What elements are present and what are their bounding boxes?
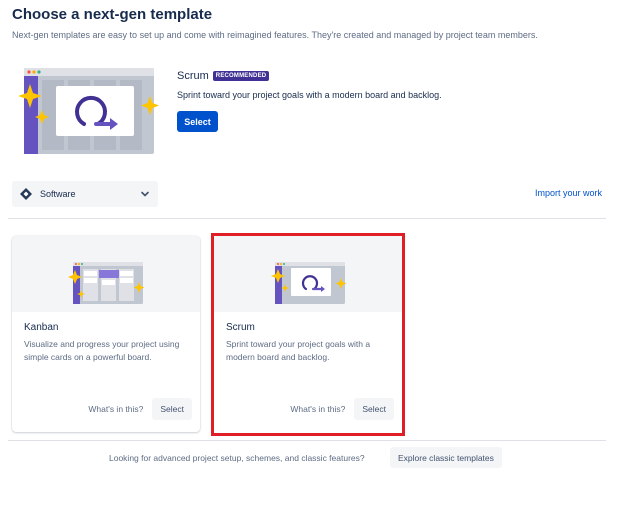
chevron-down-icon [140,189,150,199]
card-description: Visualize and progress your project usin… [24,339,180,362]
page-title: Choose a next-gen template [12,6,213,23]
kanban-illustration [68,262,145,304]
featured-scrum-illustration [18,68,159,154]
product-filter-selected: Software [40,189,76,199]
recommended-badge: RECOMMENDED [212,71,270,81]
kanban-select-button[interactable]: Select [152,398,192,420]
card-actions: What's in this? Select [85,398,192,420]
jira-software-icon [20,188,32,200]
featured-template-name: Scrum RECOMMENDED [177,70,270,82]
card-title: Kanban [24,322,59,333]
page-subtitle: Next-gen templates are easy to set up an… [12,30,538,40]
divider [8,440,606,441]
template-card-kanban[interactable]: Kanban Visualize and progress your proje… [12,236,200,432]
featured-select-button[interactable]: Select [177,111,218,132]
divider [8,218,606,219]
featured-template-title: Scrum [177,70,209,82]
footer-text: Looking for advanced project setup, sche… [109,453,365,463]
whats-in-this-button[interactable]: What's in this? [85,400,146,418]
product-filter-dropdown[interactable]: Software [12,181,158,207]
import-your-work-link[interactable]: Import your work [535,188,602,198]
explore-classic-templates-button[interactable]: Explore classic templates [390,447,502,468]
featured-template-description: Sprint toward your project goals with a … [177,90,442,100]
highlight-box [211,233,405,436]
